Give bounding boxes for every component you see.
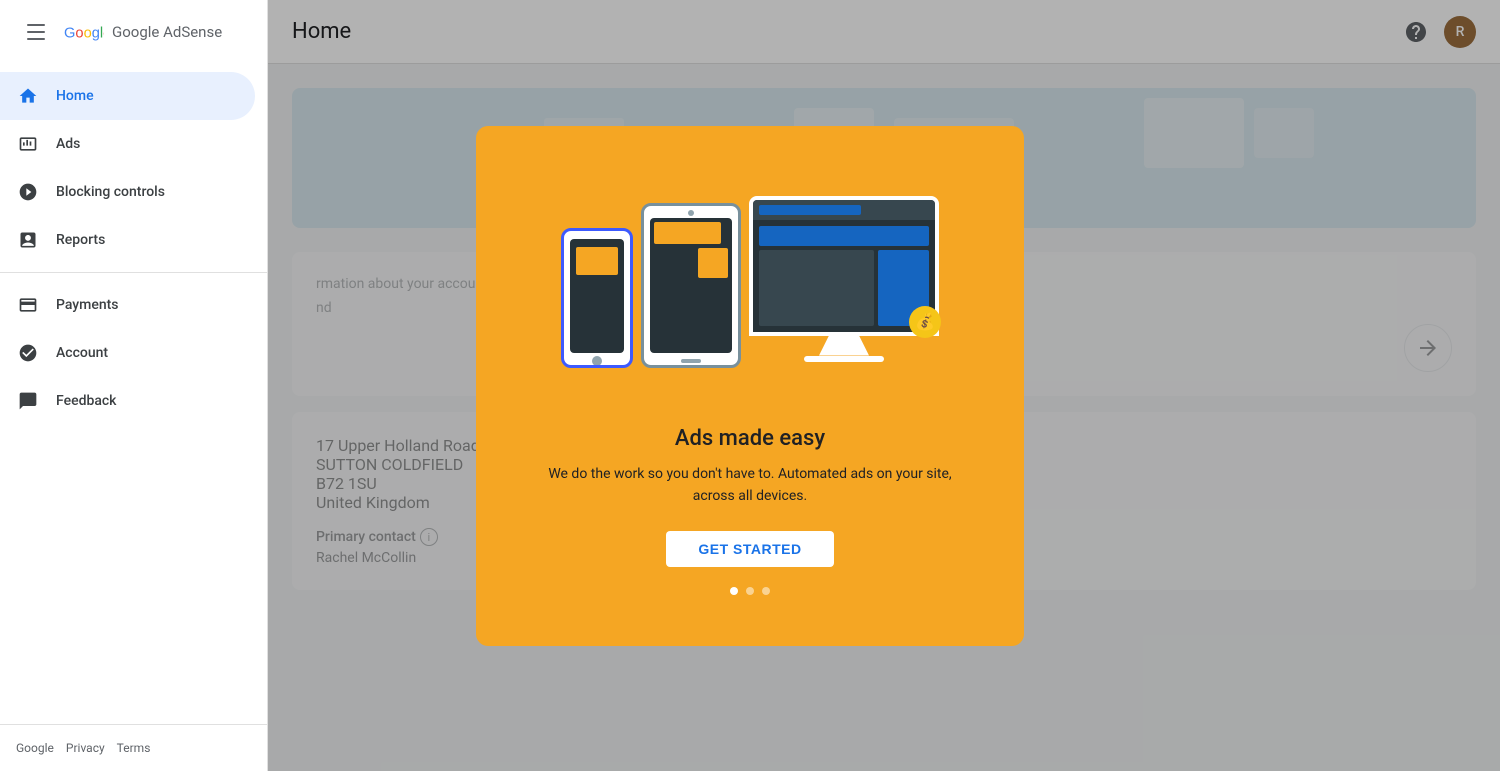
sidebar-item-ads-label: Ads (56, 136, 80, 152)
tablet-screen (650, 218, 732, 353)
desktop-device: 💰 (749, 196, 939, 376)
sidebar-footer: Google Privacy Terms (0, 724, 267, 771)
phone-home-button (592, 356, 602, 366)
reports-icon (16, 228, 40, 252)
sidebar-header: Google Google AdSense (0, 0, 267, 64)
sidebar-item-feedback[interactable]: Feedback (0, 377, 255, 425)
modal-description: We do the work so you don't have to. Aut… (476, 463, 1024, 508)
svg-text:Google: Google (64, 25, 104, 41)
footer-google-link[interactable]: Google (16, 741, 54, 755)
tablet-home-button (681, 359, 701, 363)
desktop-content (753, 220, 935, 332)
nav-separator (0, 272, 267, 273)
menu-button[interactable] (16, 12, 56, 52)
sidebar-item-home[interactable]: Home (0, 72, 255, 120)
tablet-ad-top (654, 222, 721, 244)
footer-links: Google Privacy Terms (16, 741, 251, 755)
sidebar-item-feedback-label: Feedback (56, 393, 116, 409)
sidebar-item-ads[interactable]: Ads (0, 120, 255, 168)
desktop-titlebar (753, 200, 935, 220)
modal-overlay: 💰 Ads made easy We do the work so you do… (268, 0, 1500, 771)
feedback-icon (16, 389, 40, 413)
modal-dot-1[interactable] (730, 587, 738, 595)
desktop-main-area (759, 250, 874, 326)
sidebar-item-reports-label: Reports (56, 232, 105, 248)
ads-icon (16, 132, 40, 156)
devices-illustration: 💰 (561, 176, 939, 376)
tablet-ad-side (698, 248, 728, 278)
desktop-side-layout (759, 250, 929, 326)
sidebar-item-account[interactable]: Account (0, 329, 255, 377)
sidebar-item-blocking-controls[interactable]: Blocking controls (0, 168, 255, 216)
desktop-url-bar (759, 205, 861, 215)
sidebar-item-home-label: Home (56, 88, 94, 104)
google-logo-icon: Google (64, 20, 104, 45)
sidebar: Google Google AdSense Home Ads Blocking (0, 0, 268, 771)
desktop-stand (819, 336, 869, 356)
modal-dots (730, 587, 770, 595)
footer-terms-link[interactable]: Terms (117, 741, 151, 755)
modal-title: Ads made easy (635, 426, 865, 451)
modal: 💰 Ads made easy We do the work so you do… (476, 126, 1024, 646)
modal-dot-2[interactable] (746, 587, 754, 595)
phone-screen (570, 239, 624, 353)
modal-illustration: 💰 (476, 126, 1024, 426)
logo: Google Google AdSense (64, 20, 222, 45)
sidebar-item-reports[interactable]: Reports (0, 216, 255, 264)
monitor-wrapper: 💰 (749, 196, 939, 336)
tablet-home-bar (644, 357, 738, 365)
desktop-top-banner (759, 226, 929, 246)
sidebar-item-payments-label: Payments (56, 297, 119, 313)
sidebar-item-payments[interactable]: Payments (0, 281, 255, 329)
modal-dot-3[interactable] (762, 587, 770, 595)
sidebar-item-blocking-label: Blocking controls (56, 184, 165, 200)
blocking-icon (16, 180, 40, 204)
badge-icon: 💰 (915, 312, 935, 331)
account-icon (16, 341, 40, 365)
phone-home-bar (564, 357, 630, 365)
main-content: Home R rmation about your acc (268, 0, 1500, 771)
get-started-button[interactable]: GET STARTED (666, 531, 833, 567)
desktop-base (804, 356, 884, 362)
monitor-badge: 💰 (909, 306, 941, 338)
sidebar-nav: Home Ads Blocking controls Reports (0, 64, 267, 724)
sidebar-item-account-label: Account (56, 345, 108, 361)
home-icon (16, 84, 40, 108)
payments-icon (16, 293, 40, 317)
footer-privacy-link[interactable]: Privacy (66, 741, 105, 755)
phone-device (561, 228, 633, 368)
tablet-device (641, 203, 741, 368)
tablet-camera (688, 210, 694, 216)
adsense-label: Google AdSense (112, 23, 222, 41)
phone-ad (576, 247, 617, 275)
desktop-stand-assembly (804, 336, 884, 362)
